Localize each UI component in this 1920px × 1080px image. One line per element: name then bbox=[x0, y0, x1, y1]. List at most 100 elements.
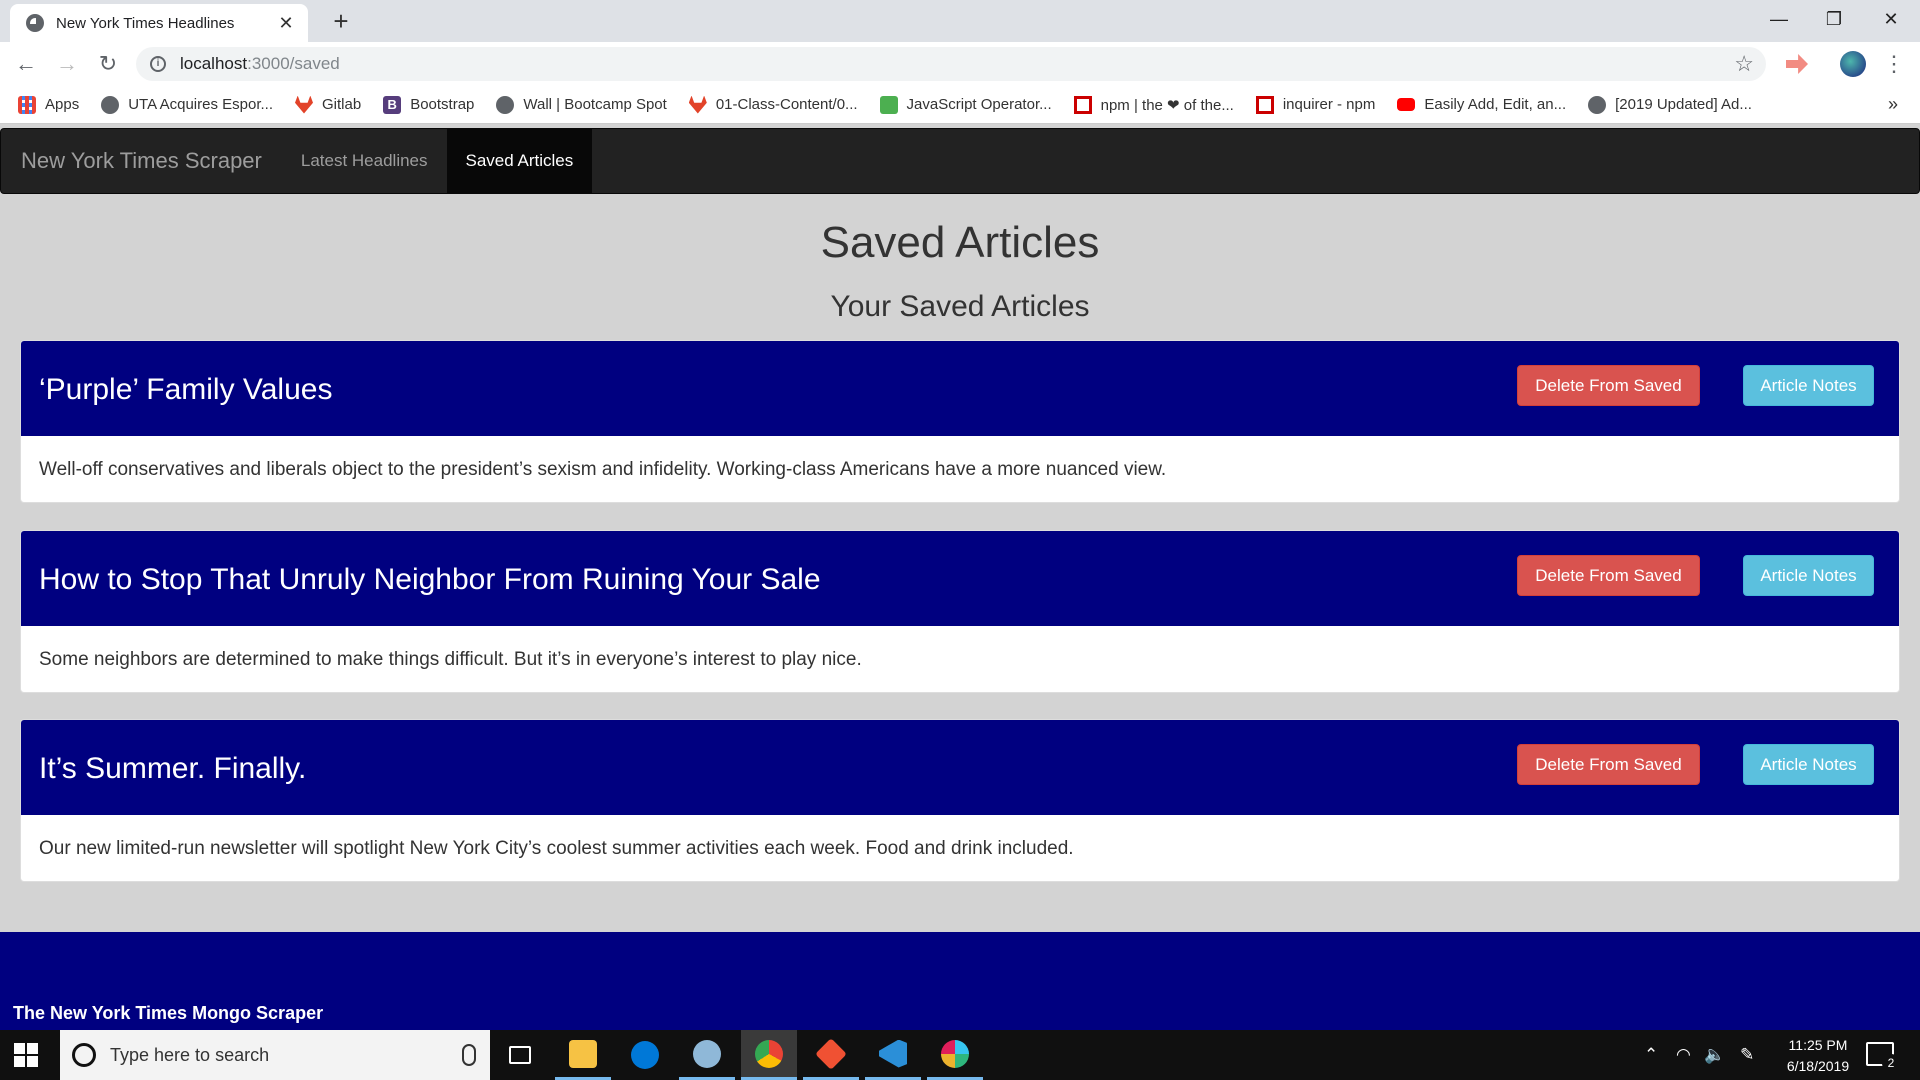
navbar-brand[interactable]: New York Times Scraper bbox=[1, 129, 282, 193]
page-title: Saved Articles bbox=[820, 218, 1100, 267]
vscode-icon[interactable] bbox=[865, 1030, 921, 1080]
taskbar-search-box[interactable]: Type here to search bbox=[60, 1030, 490, 1080]
edge-browser-icon[interactable] bbox=[617, 1030, 673, 1080]
minimize-button[interactable]: — bbox=[1750, 0, 1808, 38]
article-headline[interactable]: ‘Purple’ Family Values bbox=[39, 373, 332, 407]
new-tab-button[interactable]: + bbox=[326, 6, 356, 36]
reload-icon[interactable]: ↻ bbox=[92, 48, 124, 80]
bookmark-label: npm | the ❤ of the... bbox=[1100, 96, 1234, 114]
paint-app-icon[interactable] bbox=[679, 1030, 735, 1080]
browser-tab-strip: New York Times Headlines ✕ + — ❐ ✕ bbox=[0, 0, 1920, 42]
page-footer: The New York Times Mongo Scraper bbox=[0, 932, 1920, 1032]
bookmark-label: UTA Acquires Espor... bbox=[128, 96, 273, 113]
menu-kebab-icon[interactable]: ⋮ bbox=[1878, 48, 1910, 80]
npm-icon bbox=[1255, 95, 1274, 114]
article-summary: Some neighbors are determined to make th… bbox=[39, 649, 862, 670]
saved-article-card: ‘Purple’ Family Values Delete From Saved… bbox=[20, 340, 1900, 503]
bookmarks-bar: Apps UTA Acquires Espor... Gitlab B Boot… bbox=[0, 86, 1920, 124]
delete-from-saved-button[interactable]: Delete From Saved bbox=[1517, 555, 1700, 596]
article-summary: Our new limited-run newsletter will spot… bbox=[39, 838, 1074, 859]
file-explorer-icon[interactable] bbox=[555, 1030, 611, 1080]
url-path: :3000/saved bbox=[247, 54, 340, 73]
bookmark-label: Bootstrap bbox=[410, 96, 475, 113]
article-notes-button[interactable]: Article Notes bbox=[1743, 555, 1874, 596]
bookmark-item[interactable]: JavaScript Operator... bbox=[879, 95, 1052, 114]
article-notes-button[interactable]: Article Notes bbox=[1743, 365, 1874, 406]
nav-link-latest-headlines[interactable]: Latest Headlines bbox=[282, 129, 447, 193]
tab-close-icon[interactable]: ✕ bbox=[276, 13, 296, 34]
bookmark-label: JavaScript Operator... bbox=[906, 96, 1052, 113]
article-header: How to Stop That Unruly Neighbor From Ru… bbox=[21, 531, 1899, 626]
globe-icon bbox=[496, 95, 515, 114]
nav-link-saved-articles[interactable]: Saved Articles bbox=[446, 129, 593, 193]
gitlab-icon bbox=[295, 95, 313, 114]
taskbar-clock[interactable]: 11:25 PM 6/18/2019 bbox=[1768, 1035, 1868, 1077]
footer-text: The New York Times Mongo Scraper bbox=[13, 1003, 324, 1023]
bookmark-item[interactable]: npm | the ❤ of the... bbox=[1073, 95, 1234, 114]
bootstrap-icon: B bbox=[383, 95, 402, 114]
browser-tab[interactable]: New York Times Headlines ✕ bbox=[10, 4, 308, 42]
bookmark-item[interactable]: 01-Class-Content/0... bbox=[688, 95, 858, 114]
article-headline[interactable]: How to Stop That Unruly Neighbor From Ru… bbox=[39, 563, 821, 597]
w3schools-icon bbox=[879, 95, 898, 114]
article-summary: Well-off conservatives and liberals obje… bbox=[39, 459, 1167, 480]
back-arrow-icon[interactable]: ← bbox=[10, 48, 42, 80]
globe-icon bbox=[1588, 95, 1607, 114]
globe-icon bbox=[101, 95, 120, 114]
page-subtitle: Your Saved Articles bbox=[830, 290, 1090, 323]
notification-count-badge: 2 bbox=[1882, 1054, 1900, 1072]
task-view-icon[interactable] bbox=[492, 1030, 548, 1080]
pen-icon[interactable]: ✎ bbox=[1740, 1030, 1754, 1080]
gitlab-icon bbox=[688, 95, 707, 114]
saved-article-card: How to Stop That Unruly Neighbor From Ru… bbox=[20, 530, 1900, 693]
bookmark-star-icon[interactable]: ☆ bbox=[1734, 51, 1754, 77]
bookmark-label: inquirer - npm bbox=[1282, 96, 1376, 113]
bookmark-item[interactable]: Wall | Bootcamp Spot bbox=[496, 95, 667, 114]
delete-from-saved-button[interactable]: Delete From Saved bbox=[1517, 744, 1700, 785]
bookmark-item[interactable]: inquirer - npm bbox=[1255, 95, 1376, 114]
bookmark-item[interactable]: Gitlab bbox=[295, 95, 361, 114]
bookmark-item[interactable]: [2019 Updated] Ad... bbox=[1588, 95, 1752, 114]
bookmark-label: Wall | Bootcamp Spot bbox=[523, 96, 667, 113]
close-window-button[interactable]: ✕ bbox=[1862, 0, 1920, 38]
git-kraken-icon[interactable] bbox=[803, 1030, 859, 1080]
delete-from-saved-button[interactable]: Delete From Saved bbox=[1517, 365, 1700, 406]
profile-avatar[interactable] bbox=[1840, 51, 1866, 77]
globe-icon bbox=[26, 14, 44, 32]
show-hidden-icons-chevron[interactable]: ⌃ bbox=[1644, 1030, 1658, 1080]
saved-article-card: It’s Summer. Finally. Delete From Saved … bbox=[20, 719, 1900, 882]
youtube-icon bbox=[1397, 98, 1416, 111]
taskbar-search-placeholder: Type here to search bbox=[110, 1044, 270, 1065]
bookmark-label: [2019 Updated] Ad... bbox=[1615, 96, 1752, 113]
app-navbar: New York Times Scraper Latest Headlines … bbox=[0, 128, 1920, 194]
article-header: It’s Summer. Finally. Delete From Saved … bbox=[21, 720, 1899, 815]
url-host: localhost bbox=[180, 54, 248, 73]
clock-date: 6/18/2019 bbox=[1786, 1058, 1850, 1074]
extension-icon[interactable] bbox=[1786, 54, 1808, 74]
info-icon[interactable]: i bbox=[150, 56, 166, 72]
article-header: ‘Purple’ Family Values Delete From Saved… bbox=[21, 341, 1899, 436]
article-notes-button[interactable]: Article Notes bbox=[1743, 744, 1874, 785]
microphone-icon[interactable] bbox=[462, 1044, 476, 1066]
chrome-icon[interactable] bbox=[741, 1030, 797, 1080]
slack-icon[interactable] bbox=[927, 1030, 983, 1080]
bookmark-label: 01-Class-Content/0... bbox=[715, 96, 858, 113]
bookmark-item[interactable]: B Bootstrap bbox=[383, 95, 475, 114]
bookmark-item[interactable]: Easily Add, Edit, an... bbox=[1397, 96, 1566, 113]
volume-muted-icon[interactable]: 🔈 bbox=[1704, 1030, 1725, 1080]
windows-start-icon[interactable] bbox=[14, 1043, 38, 1067]
network-icon[interactable]: ◠ bbox=[1676, 1030, 1691, 1080]
restore-button[interactable]: ❐ bbox=[1805, 0, 1863, 38]
apps-grid-icon bbox=[18, 95, 36, 114]
npm-icon bbox=[1073, 95, 1092, 114]
article-headline[interactable]: It’s Summer. Finally. bbox=[39, 752, 306, 786]
bookmark-apps[interactable]: Apps bbox=[18, 95, 80, 114]
tab-title: New York Times Headlines bbox=[56, 14, 235, 32]
browser-toolbar: ← → ↻ i localhost:3000/saved ☆ ⋮ bbox=[0, 42, 1920, 86]
bookmarks-overflow-button[interactable]: » bbox=[1888, 94, 1898, 115]
cortana-icon bbox=[72, 1043, 96, 1067]
bookmark-label: Apps bbox=[45, 96, 80, 113]
forward-arrow-icon[interactable]: → bbox=[51, 48, 83, 80]
address-bar[interactable]: i localhost:3000/saved ☆ bbox=[136, 47, 1766, 81]
bookmark-item[interactable]: UTA Acquires Espor... bbox=[101, 95, 273, 114]
